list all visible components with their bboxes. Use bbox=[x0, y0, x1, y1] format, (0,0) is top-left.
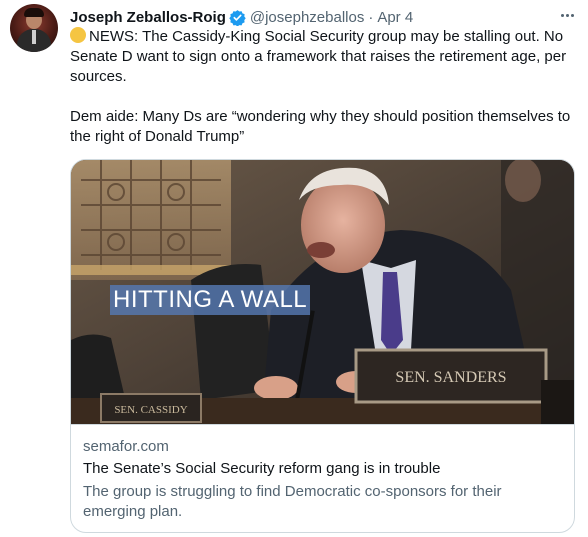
author-avatar[interactable] bbox=[10, 4, 58, 52]
nameplate-right: SEN. SANDERS bbox=[354, 348, 548, 404]
yellow-circle-emoji-icon bbox=[70, 27, 86, 43]
avatar-tie bbox=[32, 30, 36, 44]
author-handle[interactable]: @josephzeballos bbox=[250, 9, 364, 26]
card-domain[interactable]: semafor.com bbox=[83, 438, 169, 455]
tweet-date[interactable]: Apr 4 bbox=[377, 9, 413, 26]
verified-badge-icon[interactable] bbox=[229, 9, 246, 26]
author-name[interactable]: Joseph Zeballos-Roig bbox=[70, 9, 226, 26]
more-dot bbox=[570, 13, 574, 17]
tweet-text: NEWS: The Cassidy-King Social Security g… bbox=[70, 27, 575, 147]
tweet-line-2: Dem aide: Many Ds are “wondering why the… bbox=[70, 108, 571, 145]
more-dot bbox=[565, 13, 569, 17]
separator-dot: · bbox=[368, 8, 374, 26]
card-meta[interactable]: semafor.com The Senate’s Social Security… bbox=[71, 424, 574, 532]
more-options-icon[interactable] bbox=[557, 5, 577, 25]
tweet-paragraph: NEWS: The Cassidy-King Social Security g… bbox=[70, 27, 575, 87]
card-description: The group is struggling to find Democrat… bbox=[83, 483, 502, 520]
tweet-line-1: NEWS: The Cassidy-King Social Security g… bbox=[70, 28, 567, 85]
nameplate-left-text: SEN. CASSIDY bbox=[114, 404, 187, 416]
card-image-overlay-label: HITTING A WALL bbox=[110, 285, 311, 315]
tweet-header: Joseph Zeballos-Roig @josephzeballos · A… bbox=[70, 7, 413, 27]
link-card[interactable]: SEN. CASSIDY SEN. SANDERS HITTING A WALL… bbox=[70, 159, 575, 533]
tweet[interactable]: Joseph Zeballos-Roig @josephzeballos · A… bbox=[0, 0, 588, 537]
nameplate-right-text: SEN. SANDERS bbox=[395, 369, 506, 386]
card-image[interactable]: SEN. CASSIDY SEN. SANDERS HITTING A WALL bbox=[71, 160, 574, 424]
more-dot bbox=[560, 13, 564, 17]
card-title[interactable]: The Senate’s Social Security reform gang… bbox=[83, 460, 440, 477]
avatar-hair bbox=[24, 8, 44, 17]
nameplate-left: SEN. CASSIDY bbox=[100, 393, 202, 423]
